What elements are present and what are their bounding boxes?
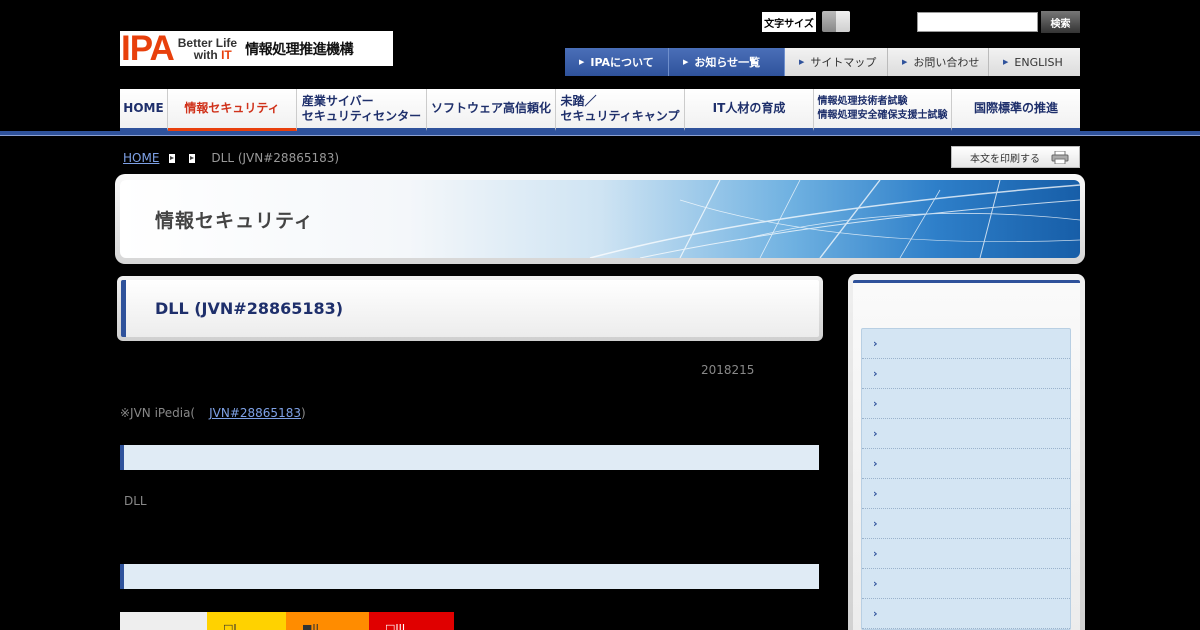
global-nav-label-line2: セキュリティキャンプ [560,108,680,123]
search-button[interactable]: 検索 [1041,11,1080,33]
global-nav-standards[interactable]: 国際標準の推進 [952,89,1080,131]
global-nav: HOME 情報セキュリティ 産業サイバー セキュリティセンター ソフトウェア高信頼… [120,89,1080,131]
triangle-right-icon: ▶ [579,58,585,66]
print-button-label: 本文を印刷する [970,153,1040,165]
global-nav-label-line1: 未踏／ [560,93,597,108]
global-nav-security[interactable]: 情報セキュリティ [168,89,297,131]
logo-tagline-with: with [193,47,222,62]
logo-tagline: Better Life with IT [178,37,237,61]
breadcrumb-separator-icon [169,153,176,163]
utility-nav: ▶ IPAについて ▶ お知らせ一覧 ▶ サイトマップ ▶ お問い合わせ ▶ ENGLIS… [565,48,1080,76]
chevron-right-icon: › [873,577,878,590]
sidebar-item[interactable]: › [862,479,1070,509]
global-nav-it-talent[interactable]: IT人材の育成 [685,89,814,131]
global-nav-label-line1: 情報処理技術者試験 [817,95,908,107]
triangle-right-icon: ▶ [799,58,805,66]
page-title: DLL (JVN#28865183) [155,299,344,318]
sidebar-item[interactable]: › [862,539,1070,569]
global-nav-exam[interactable]: 情報処理技術者試験情報処理安全確保支援士試験 [814,89,952,131]
utility-nav-label: ENGLISH [1014,55,1063,69]
chevron-right-icon: › [873,367,878,380]
logo-org-name: 情報処理推進機構 [245,41,354,58]
utility-nav-news[interactable]: ▶ お知らせ一覧 [669,48,785,76]
font-size-label: 文字サイズ [762,12,816,32]
global-nav-mitou[interactable]: 未踏／ セキュリティキャンプ [556,89,685,131]
jvn-reference: ※JVN iPedia( JVN#28865183) [120,406,306,420]
chevron-right-icon: › [873,547,878,560]
triangle-right-icon: ▶ [1003,58,1009,66]
section-banner: 情報セキュリティ [120,180,1080,258]
chevron-right-icon: › [873,397,878,410]
page-title-box: DLL (JVN#28865183) [121,280,819,337]
global-nav-label: HOME [123,101,164,115]
utility-nav-label: IPAについて [590,56,654,69]
sidebar-item[interactable]: › [862,359,1070,389]
severity-cell-level1: □L [207,612,286,630]
chevron-right-icon: › [873,457,878,470]
sidebar-menu: › › › › › › › › › › [861,328,1071,630]
breadcrumb-current: DLL (JVN#28865183) [211,151,340,165]
print-button[interactable]: 本文を印刷する [951,146,1080,168]
jvn-link[interactable]: JVN#28865183 [209,406,301,420]
chevron-right-icon: › [873,607,878,620]
jvn-prefix: ※JVN iPedia( [120,406,196,420]
global-nav-label: 国際標準の推進 [973,101,1058,115]
sidebar-item[interactable]: › [862,329,1070,359]
publish-date: 2018215 [701,363,755,377]
global-nav-label-line2: セキュリティセンター [301,108,422,123]
severity-cell-level3: □III [369,612,454,630]
banner-title: 情報セキュリティ [155,210,314,232]
utility-nav-contact[interactable]: ▶ お問い合わせ [888,48,989,76]
global-nav-label-line1: 産業サイバー [301,93,374,108]
global-nav-label: IT人材の育成 [712,101,786,115]
global-nav-software[interactable]: ソフトウェア高信頼化 [427,89,556,131]
logo-tagline-line2: with IT [178,49,237,61]
search-input[interactable] [917,12,1038,32]
sidebar-item[interactable]: › [862,509,1070,539]
sidebar-item[interactable]: › [862,419,1070,449]
utility-nav-label: お問い合わせ [913,56,980,69]
utility-nav-label: お知らせ一覧 [694,56,761,69]
logo-ipa-text: IPA [121,29,175,68]
chevron-right-icon: › [873,427,878,440]
global-nav-cyber-center[interactable]: 産業サイバー セキュリティセンター [297,89,427,131]
utility-nav-english[interactable]: ▶ ENGLISH [989,48,1080,76]
sidebar-item[interactable]: › [862,599,1070,629]
chevron-right-icon: › [873,337,878,350]
triangle-right-icon: ▶ [902,58,908,66]
jvn-suffix: ) [300,406,306,420]
global-nav-label: ソフトウェア高信頼化 [430,101,551,115]
utility-nav-about[interactable]: ▶ IPAについて [565,48,669,76]
printer-icon [1051,151,1069,164]
ipa-logo[interactable]: IPA Better Life with IT 情報処理推進機構 [120,31,393,66]
sidebar-item[interactable]: › [862,389,1070,419]
font-size-toggle-large[interactable] [836,11,850,32]
severity-cell-header [120,612,207,630]
section-heading-bar [120,445,819,470]
global-nav-label-line2: 情報処理安全確保支援士試験 [817,109,948,121]
utility-nav-sitemap[interactable]: ▶ サイトマップ [785,48,888,76]
severity-cell-level2: ■II [286,612,369,630]
logo-tagline-it: IT [221,47,232,62]
global-nav-label: 情報セキュリティ [184,101,280,115]
nav-divider-thin [0,135,1200,136]
breadcrumb-separator-icon [189,153,196,163]
section-heading-bar [120,564,819,589]
breadcrumb-home[interactable]: HOME [123,151,159,165]
global-nav-home[interactable]: HOME [120,89,168,131]
triangle-right-icon: ▶ [683,58,689,66]
sidebar-item[interactable]: › [862,449,1070,479]
font-size-toggle[interactable] [822,11,850,32]
breadcrumb: HOME DLL (JVN#28865183) [123,150,339,166]
chevron-right-icon: › [873,487,878,500]
severity-legend: □L ■II □III [120,612,454,630]
utility-nav-label: サイトマップ [810,56,877,69]
dll-text: DLL [124,494,147,508]
sidebar-item[interactable]: › [862,569,1070,599]
chevron-right-icon: › [873,517,878,530]
